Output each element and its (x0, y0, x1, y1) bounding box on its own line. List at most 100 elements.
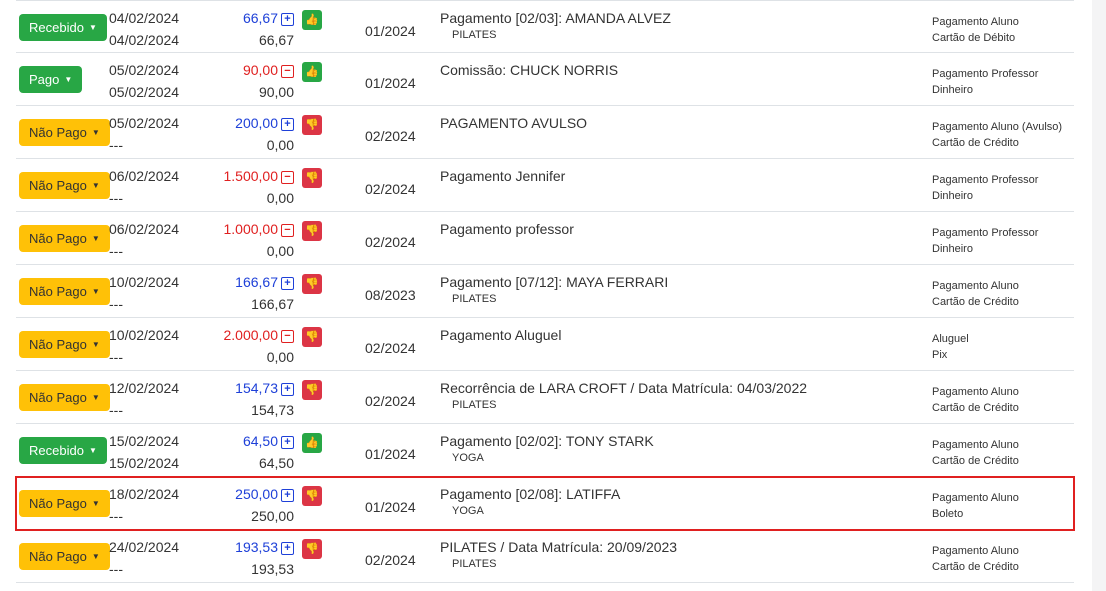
caret-down-icon: ▼ (91, 340, 100, 349)
thumbs-down-icon[interactable]: 👎 (302, 221, 322, 241)
category: Pagamento Aluno (Avulso) (932, 121, 1063, 133)
minus-square-icon: − (281, 65, 294, 78)
description: Pagamento [07/12]: MAYA FERRARI (440, 274, 669, 290)
plus-square-icon: + (281, 13, 294, 26)
table-row: Não Pago ▼ 12/02/2024 --- 154,73 + 154,7… (16, 371, 1074, 424)
caret-down-icon: ▼ (88, 446, 97, 455)
due-date: 24/02/2024 (109, 539, 180, 555)
caret-down-icon: ▼ (91, 287, 100, 296)
due-date: 06/02/2024 (109, 221, 180, 237)
content-panel: Recebido ▼ 04/02/2024 04/02/2024 66,67 +… (0, 0, 1092, 591)
paid-value: 250,00 (251, 508, 294, 524)
amount-value: 200,00 (235, 115, 278, 131)
payment-method: Cartão de Crédito (932, 296, 1019, 308)
caret-down-icon: ▼ (88, 23, 97, 32)
modality: PILATES (452, 293, 497, 305)
reference-period: 02/2024 (365, 552, 416, 568)
status-dropdown-button[interactable]: Não Pago ▼ (19, 225, 110, 252)
category: Pagamento Aluno (932, 16, 1019, 28)
reference-period: 02/2024 (365, 181, 416, 197)
modality: PILATES (452, 29, 497, 41)
payment-date: 15/02/2024 (109, 455, 180, 471)
due-date: 18/02/2024 (109, 486, 180, 502)
payment-method: Cartão de Débito (932, 32, 1016, 44)
minus-square-icon: − (281, 330, 294, 343)
due-date: 06/02/2024 (109, 168, 180, 184)
thumbs-up-icon[interactable]: 👍 (302, 10, 322, 30)
modality: PILATES (452, 399, 497, 411)
paid-value: 0,00 (266, 190, 294, 206)
status-label: Não Pago (29, 231, 87, 246)
reference-period: 01/2024 (365, 446, 416, 462)
category: Pagamento Aluno (932, 386, 1019, 398)
description: Pagamento professor (440, 221, 574, 237)
paid-value: 193,53 (251, 561, 294, 577)
thumbs-down-icon[interactable]: 👎 (302, 539, 322, 559)
due-date: 10/02/2024 (109, 274, 180, 290)
status-dropdown-button[interactable]: Não Pago ▼ (19, 543, 110, 570)
thumbs-down-icon[interactable]: 👎 (302, 486, 322, 506)
caret-down-icon: ▼ (91, 181, 100, 190)
table-row: Não Pago ▼ 10/02/2024 --- 2.000,00 − 0,0… (16, 318, 1074, 371)
thumbs-down-icon[interactable]: 👎 (302, 380, 322, 400)
status-label: Não Pago (29, 549, 87, 564)
due-date: 12/02/2024 (109, 380, 180, 396)
payment-date: --- (109, 561, 123, 577)
status-dropdown-button[interactable]: Não Pago ▼ (19, 172, 110, 199)
status-label: Não Pago (29, 125, 87, 140)
category: Pagamento Aluno (932, 439, 1019, 451)
payment-method: Pix (932, 349, 948, 361)
table-row: Não Pago ▼ 06/02/2024 --- 1.000,00 − 0,0… (16, 212, 1074, 265)
description: Pagamento [02/03]: AMANDA ALVEZ (440, 10, 671, 26)
thumbs-down-icon[interactable]: 👎 (302, 115, 322, 135)
modality: YOGA (452, 452, 484, 464)
modality: PILATES (452, 558, 497, 570)
table-row: Não Pago ▼ 24/02/2024 --- 193,53 + 193,5… (16, 530, 1074, 583)
due-date: 10/02/2024 (109, 327, 180, 343)
reference-period: 02/2024 (365, 234, 416, 250)
status-dropdown-button[interactable]: Não Pago ▼ (19, 119, 110, 146)
status-label: Recebido (29, 443, 84, 458)
thumbs-up-icon[interactable]: 👍 (302, 433, 322, 453)
table-row: Recebido ▼ 04/02/2024 04/02/2024 66,67 +… (16, 0, 1074, 53)
payment-method: Boleto (932, 508, 964, 520)
status-dropdown-button[interactable]: Não Pago ▼ (19, 384, 110, 411)
reference-period: 01/2024 (365, 75, 416, 91)
due-date: 05/02/2024 (109, 115, 180, 131)
thumbs-down-icon[interactable]: 👎 (302, 274, 322, 294)
payment-method: Cartão de Crédito (932, 561, 1019, 573)
description: PAGAMENTO AVULSO (440, 115, 588, 131)
payment-date: --- (109, 508, 123, 524)
status-dropdown-button[interactable]: Não Pago ▼ (19, 278, 110, 305)
thumbs-down-icon[interactable]: 👎 (302, 168, 322, 188)
status-dropdown-button[interactable]: Recebido ▼ (19, 437, 107, 464)
description: Recorrência de LARA CROFT / Data Matrícu… (440, 380, 808, 396)
status-dropdown-button[interactable]: Recebido ▼ (19, 14, 107, 41)
status-dropdown-button[interactable]: Não Pago ▼ (19, 490, 110, 517)
amount-value: 64,50 (242, 433, 278, 449)
status-dropdown-button[interactable]: Não Pago ▼ (19, 331, 110, 358)
category: Pagamento Professor (932, 68, 1039, 80)
description: Comissão: CHUCK NORRIS (440, 62, 619, 78)
table-row: Não Pago ▼ 06/02/2024 --- 1.500,00 − 0,0… (16, 159, 1074, 212)
status-dropdown-button[interactable]: Pago ▼ (19, 66, 83, 93)
category: Pagamento Professor (932, 227, 1039, 239)
description: Pagamento [02/08]: LATIFFA (440, 486, 621, 502)
due-date: 04/02/2024 (109, 10, 180, 26)
amount-value: 2.000,00 (223, 327, 279, 343)
status-label: Não Pago (29, 390, 87, 405)
payment-method: Cartão de Crédito (932, 402, 1019, 414)
status-label: Não Pago (29, 496, 87, 511)
payment-method: Cartão de Crédito (932, 137, 1019, 149)
payment-method: Cartão de Crédito (932, 455, 1019, 467)
reference-period: 02/2024 (365, 128, 416, 144)
due-date: 15/02/2024 (109, 433, 180, 449)
transactions-table: Recebido ▼ 04/02/2024 04/02/2024 66,67 +… (15, 0, 1075, 583)
description: Pagamento Aluguel (440, 327, 562, 343)
plus-square-icon: + (281, 542, 294, 555)
thumbs-up-icon[interactable]: 👍 (302, 62, 322, 82)
thumbs-down-icon[interactable]: 👎 (302, 327, 322, 347)
description: Pagamento [02/02]: TONY STARK (440, 433, 654, 449)
category: Pagamento Aluno (932, 280, 1019, 292)
payment-date: --- (109, 402, 123, 418)
